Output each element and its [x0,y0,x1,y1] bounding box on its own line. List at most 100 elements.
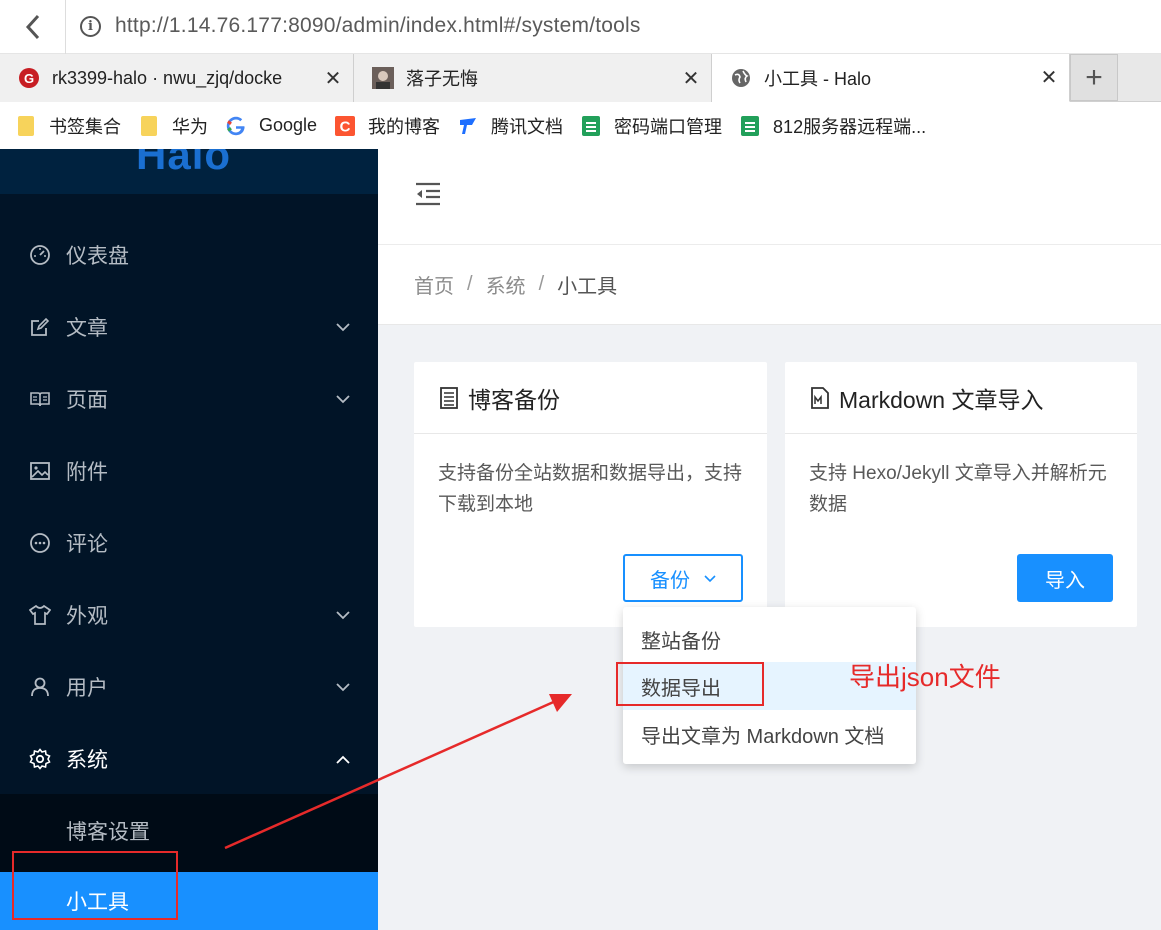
chevron-down-icon [704,571,716,586]
tab-halo[interactable]: 小工具 - Halo ✕ [712,54,1070,102]
sidebar-item-label: 博客设置 [66,821,150,844]
sidebar: Halo 仪表盘 文章 页面 附件 评论 外观 用户 系统 博客设置 小工具 [0,149,378,930]
import-button[interactable]: 导入 [1017,554,1113,602]
sidebar-item-label: 评论 [66,533,108,556]
globe-icon [730,67,752,89]
menu-item-export-markdown[interactable]: 导出文章为 Markdown 文档 [623,710,916,758]
sidebar-item-appearance[interactable]: 外观 [0,579,378,651]
card-title: 博客备份 [468,386,560,413]
tab-close-icon[interactable]: ✕ [671,66,711,91]
backup-card: 博客备份 支持备份全站数据和数据导出，支持下载到本地 备份 [414,362,767,627]
gitee-icon: G [18,67,40,89]
tab-close-icon[interactable]: ✕ [313,66,353,91]
breadcrumb-system[interactable]: 系统 [486,270,526,299]
chevron-down-icon [334,390,352,408]
markdown-import-card: Markdown 文章导入 支持 Hexo/Jekyll 文章导入并解析元数据 … [785,362,1137,627]
comment-icon [28,531,52,555]
user-icon [28,675,52,699]
picture-icon [28,459,52,483]
sidebar-item-system[interactable]: 系统 [0,723,378,795]
book-icon [28,387,52,411]
menu-fold-icon[interactable] [414,180,442,208]
logo-text: Halo [136,149,232,178]
tab-title: 落子无悔 [406,69,478,89]
tab-close-icon[interactable]: ✕ [1029,65,1069,90]
bookmark-label: 书签集合 [49,116,121,137]
bookmark-item[interactable]: 密码端口管理 [581,113,722,139]
chevron-down-icon [334,678,352,696]
bookmark-item[interactable]: 华为 [139,113,208,139]
chevron-down-icon [334,318,352,336]
chevron-down-icon [334,606,352,624]
sidebar-item-label: 外观 [66,605,108,628]
bookmark-item[interactable]: 书签集合 [16,113,121,139]
bookmark-label: 我的博客 [368,116,441,137]
url-field[interactable]: http://1.14.76.177:8090/admin/index.html… [115,14,641,38]
dashboard-icon [28,243,52,267]
bookmark-label: 812服务器远程端... [773,116,927,137]
blog-icon: C [335,115,356,136]
edit-icon [28,315,52,339]
info-icon[interactable]: i [80,16,101,37]
sidebar-item-label: 系统 [66,749,108,772]
file-text-icon [439,386,459,409]
tab-strip: G rk3399-halo · nwu_zjq/docke ✕ 落子无悔 ✕ 小… [0,54,1161,102]
sidebar-item-label: 用户 [66,677,108,700]
bookmark-item[interactable]: 812服务器远程端... [740,113,926,139]
svg-text:G: G [24,71,34,86]
sidebar-item-attachments[interactable]: 附件 [0,435,378,507]
bookmark-label: 华为 [172,116,208,137]
sheet-icon [740,115,760,136]
breadcrumb-current: 小工具 [557,276,618,298]
svg-text:C: C [340,118,351,135]
tab-title: 小工具 - Halo [764,68,872,89]
sidebar-item-label: 仪表盘 [66,245,129,268]
bookmark-item[interactable]: C 我的博客 [335,113,440,139]
breadcrumb-separator: / [467,273,473,295]
backup-dropdown-button[interactable]: 备份 [623,554,743,602]
google-icon [226,116,246,136]
bookmarks-bar: 书签集合 华为 Google C 我的博客 腾讯文档 密码端口管理 812服务器… [0,102,1161,149]
skin-icon [28,603,52,627]
logo[interactable]: Halo [0,149,378,194]
main-content: 首页 / 系统 / 小工具 博客备份 支持备份全站数据和数据导出，支持下载到本地… [378,149,1161,930]
annotation-box-data-export [616,662,764,706]
new-tab-button[interactable]: + [1070,54,1118,101]
breadcrumb-separator: / [538,273,545,295]
annotation-text: 导出json文件 [849,662,1001,692]
tab-title: rk3399-halo · nwu_zjq/docke [52,67,283,88]
bookmark-item[interactable]: Google [226,115,317,136]
sidebar-item-users[interactable]: 用户 [0,651,378,723]
sidebar-item-dashboard[interactable]: 仪表盘 [0,219,378,291]
button-label: 备份 [650,569,690,592]
sidebar-item-label: 文章 [66,317,108,340]
bookmark-item[interactable]: 腾讯文档 [458,113,563,139]
sidebar-item-label: 附件 [66,461,108,484]
sheet-icon [581,115,601,136]
back-button[interactable] [0,0,66,54]
menu-item-full-backup[interactable]: 整站备份 [623,615,916,663]
tencent-docs-icon [458,116,478,136]
sidebar-item-pages[interactable]: 页面 [0,363,378,435]
top-header [378,149,1161,245]
annotation-box-tools [12,851,178,920]
tab-gitee[interactable]: G rk3399-halo · nwu_zjq/docke ✕ [0,54,354,102]
sidebar-item-label: 页面 [66,389,108,412]
bookmark-label: 腾讯文档 [491,116,564,137]
sidebar-item-posts[interactable]: 文章 [0,291,378,363]
breadcrumb-home[interactable]: 首页 [414,270,454,299]
card-description: 支持备份全站数据和数据导出，支持下载到本地 [438,463,743,515]
markdown-file-icon [810,386,830,409]
sidebar-item-comments[interactable]: 评论 [0,507,378,579]
tab-blog[interactable]: 落子无悔 ✕ [354,54,712,102]
chevron-up-icon [334,750,352,768]
card-header: Markdown 文章导入 [785,362,1137,434]
bookmark-label: 密码端口管理 [614,116,723,137]
avatar-icon [372,67,394,89]
folder-icon [139,115,159,136]
gear-icon [28,747,52,771]
breadcrumb: 首页 / 系统 / 小工具 [378,245,1161,325]
address-bar: i http://1.14.76.177:8090/admin/index.ht… [0,0,1161,54]
back-arrow-icon [25,14,39,40]
card-header: 博客备份 [414,362,767,434]
